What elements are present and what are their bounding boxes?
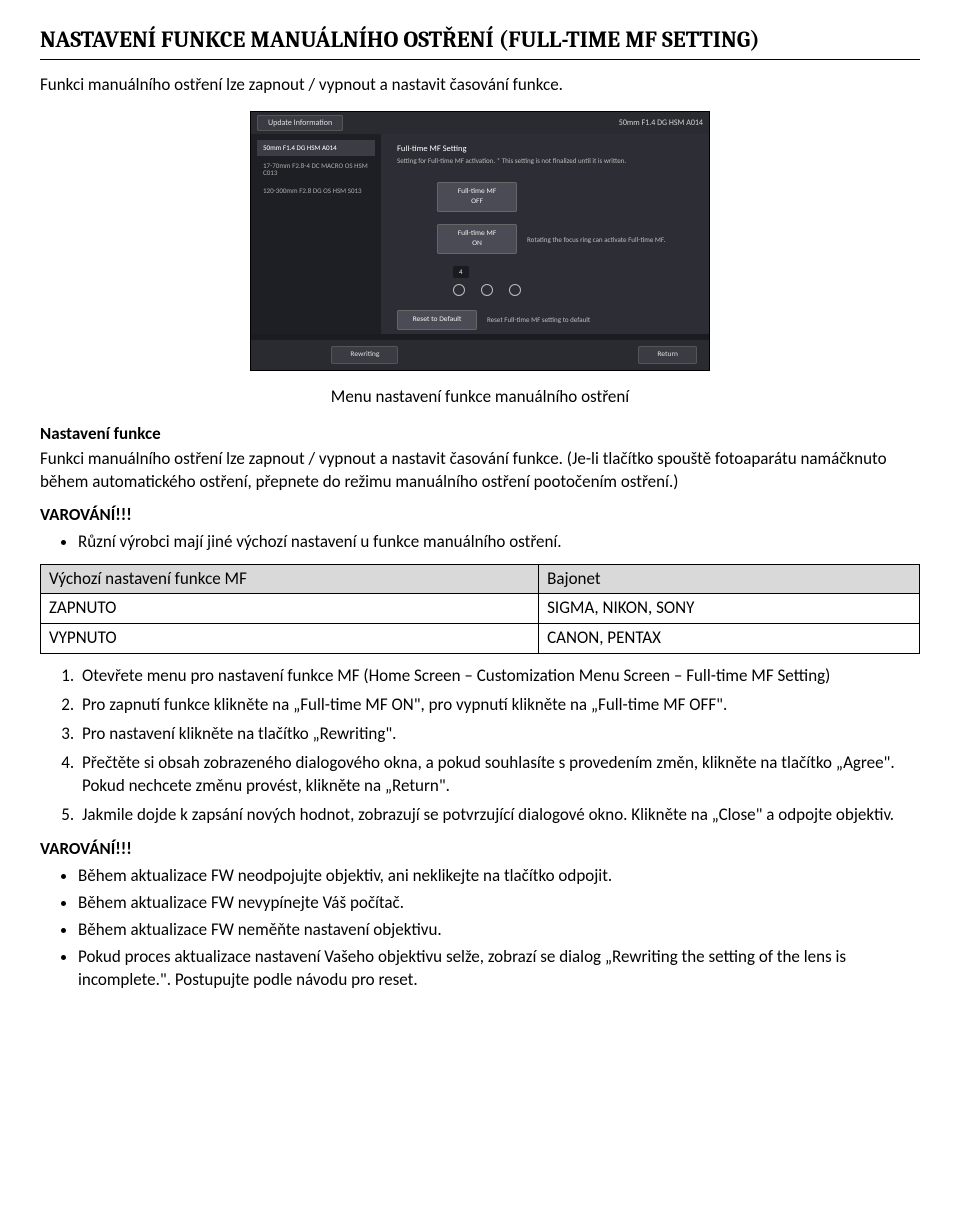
radio-icon xyxy=(453,284,465,296)
ss-section-title: Full-time MF Setting xyxy=(397,144,693,155)
ss-mf-off-button: Full-time MF OFF xyxy=(437,182,517,212)
ss-mf-on-button: Full-time MF ON xyxy=(437,224,517,254)
page-title: NASTAVENÍ FUNKCE MANUÁLNÍHO OSTŘENÍ (FUL… xyxy=(40,24,920,60)
ss-lens-item: 17-70mm F2.8-4 DC MACRO OS HSM C013 xyxy=(257,158,375,181)
table-header-cell: Bajonet xyxy=(539,564,920,594)
ss-section-sub: Setting for Full-time MF activation. * T… xyxy=(397,157,693,165)
warning-bullet: Během aktualizace FW nevypínejte Váš poč… xyxy=(78,890,920,917)
ss-reset-desc: Reset Full-time MF setting to default xyxy=(487,315,590,324)
ss-mf-on-desc: Rotating the focus ring can activate Ful… xyxy=(527,235,665,244)
default-settings-table: Výchozí nastavení funkce MF Bajonet ZAPN… xyxy=(40,564,920,655)
radio-icon xyxy=(509,284,521,296)
ss-return-button: Return xyxy=(638,346,697,364)
ss-update-info: Update Information xyxy=(257,115,343,132)
table-row: ZAPNUTO SIGMA, NIKON, SONY xyxy=(41,594,920,624)
warning-bullet: Pokud proces aktualizace nastavení Vašeh… xyxy=(78,944,920,994)
step-item: Pro zapnutí funkce klikněte na „Full-tim… xyxy=(78,691,920,720)
table-header-cell: Výchozí nastavení funkce MF xyxy=(41,564,539,594)
table-cell: CANON, PENTAX xyxy=(539,624,920,654)
settings-screenshot: Update Information 50mm F1.4 DG HSM A014… xyxy=(250,111,710,371)
warning-bullet: Během aktualizace FW neměňte nastavení o… xyxy=(78,917,920,944)
table-cell: ZAPNUTO xyxy=(41,594,539,624)
ss-value-label: 4 xyxy=(453,266,469,277)
table-cell: SIGMA, NIKON, SONY xyxy=(539,594,920,624)
warning-heading: VAROVÁNÍ!!! xyxy=(40,838,920,861)
radio-icon xyxy=(481,284,493,296)
section-heading: Nastavení funkce xyxy=(40,423,920,446)
ss-lens-list: 50mm F1.4 DG HSM A014 17-70mm F2.8-4 DC … xyxy=(251,134,381,334)
ss-lens-item: 120-300mm F2.8 DG OS HSM S013 xyxy=(257,183,375,199)
ss-lens-item: 50mm F1.4 DG HSM A014 xyxy=(257,140,375,156)
step-item: Jakmile dojde k zapsání nových hodnot, z… xyxy=(78,801,920,830)
steps-list: Otevřete menu pro nastavení funkce MF (H… xyxy=(40,662,920,830)
ss-radio-row xyxy=(453,284,693,296)
table-row: VYPNUTO CANON, PENTAX xyxy=(41,624,920,654)
step-item: Otevřete menu pro nastavení funkce MF (H… xyxy=(78,662,920,691)
warning-bullet: Během aktualizace FW neodpojujte objekti… xyxy=(78,863,920,890)
warning-bullet: Různí výrobci mají jiné výchozí nastaven… xyxy=(78,529,920,556)
table-cell: VYPNUTO xyxy=(41,624,539,654)
intro-paragraph: Funkci manuálního ostření lze zapnout / … xyxy=(40,74,920,97)
step-item: Přečtěte si obsah zobrazeného dialogovéh… xyxy=(78,749,920,801)
screenshot-caption: Menu nastavení funkce manuálního ostření xyxy=(40,386,920,409)
step-item: Pro nastavení klikněte na tlačítko „Rewr… xyxy=(78,720,920,749)
ss-reset-button: Reset to Default xyxy=(397,310,477,330)
table-header-row: Výchozí nastavení funkce MF Bajonet xyxy=(41,564,920,594)
ss-lens-model: 50mm F1.4 DG HSM A014 xyxy=(619,118,703,129)
section-body: Funkci manuálního ostření lze zapnout / … xyxy=(40,448,920,494)
ss-rewriting-button: Rewriting xyxy=(331,346,398,364)
warning-heading: VAROVÁNÍ!!! xyxy=(40,504,920,527)
